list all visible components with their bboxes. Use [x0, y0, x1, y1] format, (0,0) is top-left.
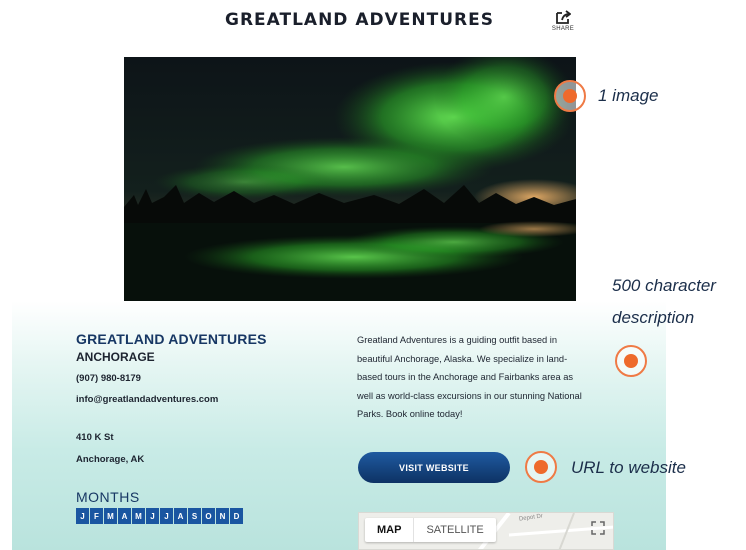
business-name: GREATLAND ADVENTURES	[76, 331, 267, 347]
share-button[interactable]: SHARE	[546, 10, 580, 40]
share-icon	[556, 10, 571, 24]
annotation-marker-url	[525, 451, 557, 483]
description-line: Parks. Book online today!	[357, 409, 463, 420]
description-line: well as world-class excursions in our st…	[357, 390, 582, 401]
business-address-line2: Anchorage, AK	[76, 454, 145, 465]
month-jan: J	[76, 508, 89, 524]
month-oct: O	[202, 508, 215, 524]
month-aug: A	[174, 508, 187, 524]
month-jun: J	[146, 508, 159, 524]
business-address-line1: 410 K St	[76, 432, 114, 443]
annotation-description-label-1: 500 character	[612, 276, 716, 295]
map-type-tabs: MAP SATELLITE	[365, 518, 496, 542]
share-label: SHARE	[551, 26, 575, 32]
annotation-url-label: URL to website	[571, 458, 686, 477]
annotation-image-label: 1 image	[598, 86, 659, 105]
month-feb: F	[90, 508, 103, 524]
description-line: beautiful Anchorage, Alaska. We speciali…	[357, 353, 568, 364]
month-mar: M	[104, 508, 117, 524]
business-city: ANCHORAGE	[76, 350, 155, 364]
description-line: Greatland Adventures is a guiding outfit…	[357, 335, 558, 345]
visit-website-button[interactable]: VISIT WEBSITE	[358, 452, 510, 483]
month-nov: N	[216, 508, 229, 524]
fullscreen-icon[interactable]	[591, 521, 605, 535]
description-line: based tours in the Anchorage and Fairban…	[357, 372, 574, 383]
annotation-description-label-2: description	[612, 308, 695, 327]
month-may: M	[132, 508, 145, 524]
months-title: MONTHS	[76, 489, 140, 505]
business-email[interactable]: info@greatlandadventures.com	[76, 394, 218, 405]
month-dec: D	[230, 508, 243, 524]
map-widget[interactable]: MAP SATELLITE Depot Dr	[358, 512, 614, 550]
map-tab-map[interactable]: MAP	[365, 518, 413, 542]
business-phone[interactable]: (907) 980-8179	[76, 373, 141, 384]
annotation-marker-image	[554, 80, 586, 112]
map-tab-satellite[interactable]: SATELLITE	[413, 518, 495, 542]
page-title: GREATLAND ADVENTURES	[225, 10, 494, 30]
months-strip: J F M A M J J A S O N D	[76, 508, 243, 524]
business-description: Greatland Adventures is a guiding outfit…	[357, 331, 629, 424]
month-apr: A	[118, 508, 131, 524]
month-sep: S	[188, 508, 201, 524]
hero-image	[124, 57, 576, 301]
month-jul: J	[160, 508, 173, 524]
